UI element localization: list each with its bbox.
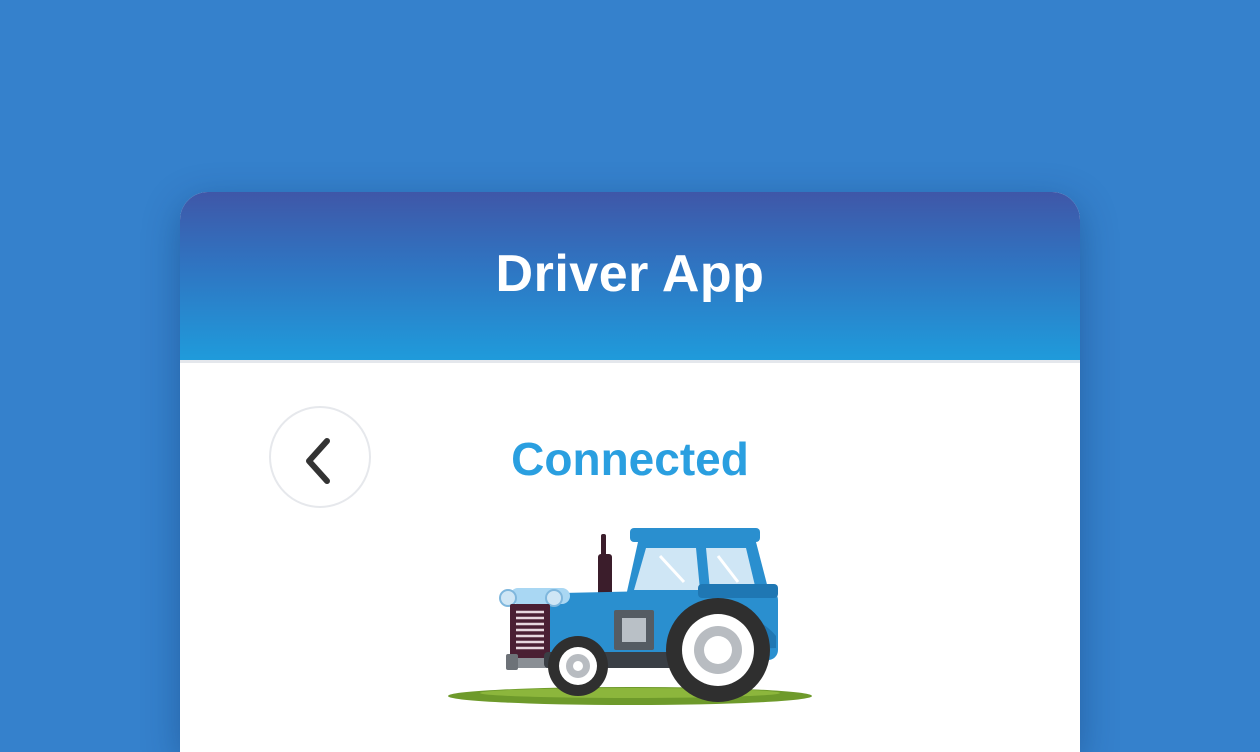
app-card: Driver App Connected [180,192,1080,752]
connection-status: Connected [511,433,749,485]
header-divider [180,360,1080,363]
app-header: Driver App [180,192,1080,360]
tractor-icon [448,528,812,705]
app-title: Driver App [495,245,765,303]
